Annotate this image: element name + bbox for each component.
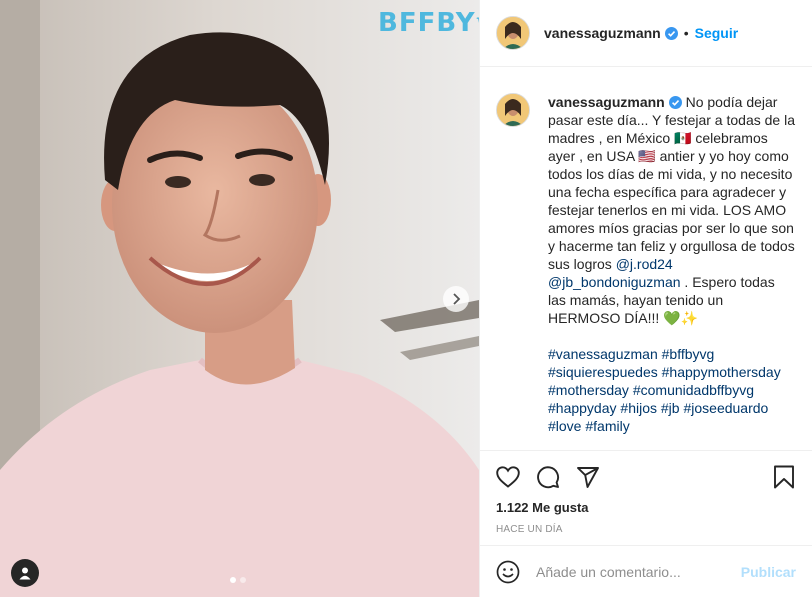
post-header: vanessaguzmann • Seguir [480, 0, 812, 67]
profile-photo [497, 17, 529, 49]
publish-button[interactable]: Publicar [741, 564, 796, 580]
carousel-indicator [230, 577, 246, 583]
emoji-icon[interactable] [496, 560, 520, 584]
caption-username[interactable]: vanessaguzmann [548, 94, 665, 110]
profile-photo [497, 94, 529, 126]
avatar[interactable] [496, 16, 530, 50]
hashtag-link[interactable]: #hijos [620, 400, 657, 416]
heart-icon [496, 466, 520, 488]
hashtag-link[interactable]: #happyday [548, 400, 617, 416]
hashtag-list: #vanessaguzman #bffbyvg #siquierespuedes… [548, 345, 796, 435]
save-button[interactable] [772, 465, 796, 489]
post-side-panel: vanessaguzmann • Seguir vanessaguzmann N… [479, 0, 812, 597]
header-separator: • [683, 25, 689, 41]
comments-section: vanessaguzmann No podía dejar pasar este… [480, 67, 812, 450]
post-photo [0, 0, 479, 597]
mention-link[interactable]: @j.rod24 [616, 256, 673, 272]
bookmark-icon [774, 465, 794, 489]
hashtag-link[interactable]: #joseeduardo [683, 400, 768, 416]
hashtag-link[interactable]: #mothersday [548, 382, 629, 398]
post-media[interactable]: BFFBYvg [0, 0, 479, 597]
chevron-right-icon [453, 293, 461, 305]
tagged-users-button[interactable] [11, 559, 39, 587]
carousel-next-button[interactable] [443, 286, 469, 312]
mention-link[interactable]: @jb_bondoniguzman [548, 274, 681, 290]
comment-input[interactable] [534, 562, 741, 581]
carousel-dot [240, 577, 246, 583]
likes-count[interactable]: 1.122 Me gusta [496, 500, 796, 515]
hashtag-link[interactable]: #vanessaguzman [548, 346, 658, 362]
follow-button[interactable]: Seguir [695, 25, 739, 41]
hashtag-link[interactable]: #bffbyvg [662, 346, 715, 362]
share-button[interactable] [576, 465, 600, 489]
likes-label: Me gusta [532, 500, 589, 515]
comment-button[interactable] [536, 465, 560, 489]
user-icon [19, 567, 31, 580]
verified-badge-icon [668, 96, 682, 109]
post-timestamp[interactable]: HACE UN DÍA [496, 524, 796, 535]
comment-icon [537, 466, 560, 489]
hashtag-link[interactable]: #love [548, 418, 581, 434]
instagram-post: BFFBYvg vanessaguzmann • Seguir [0, 0, 812, 597]
hashtag-link[interactable]: #jb [661, 400, 680, 416]
header-username[interactable]: vanessaguzmann [544, 25, 661, 41]
brand-watermark: BFFBYvg [378, 8, 479, 38]
hashtag-link[interactable]: #happymothersday [662, 364, 781, 380]
hashtag-link[interactable]: #comunidadbffbyvg [633, 382, 754, 398]
verified-badge-icon [664, 26, 678, 40]
caption-text: No podía dejar pasar este día... Y feste… [548, 94, 795, 272]
hashtag-link[interactable]: #family [585, 418, 629, 434]
hashtag-link[interactable]: #siquierespuedes [548, 364, 658, 380]
watermark-main-text: BFFBY [378, 8, 476, 38]
avatar[interactable] [496, 93, 530, 127]
post-actions-area: 1.122 Me gusta HACE UN DÍA [480, 450, 812, 535]
likes-number: 1.122 [496, 500, 529, 515]
share-icon [577, 467, 599, 488]
post-caption: vanessaguzmann No podía dejar pasar este… [548, 93, 796, 450]
add-comment-bar: Publicar [480, 545, 812, 597]
like-button[interactable] [496, 465, 520, 489]
carousel-dot-active [230, 577, 236, 583]
action-bar [496, 455, 796, 499]
